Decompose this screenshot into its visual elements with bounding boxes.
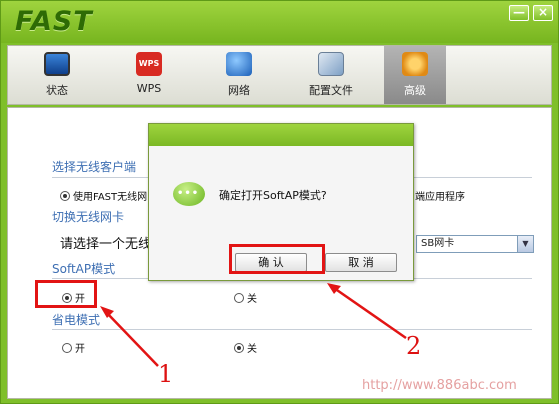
arrow-head-1 (100, 306, 114, 318)
annotation-arrows (100, 283, 407, 367)
arrow-line-2 (333, 286, 407, 340)
step-number-1: 1 (158, 360, 174, 388)
step-number-2: 2 (406, 332, 422, 360)
arrow-line-1 (105, 311, 159, 367)
watermark: http://www.886abc.com (362, 378, 517, 393)
